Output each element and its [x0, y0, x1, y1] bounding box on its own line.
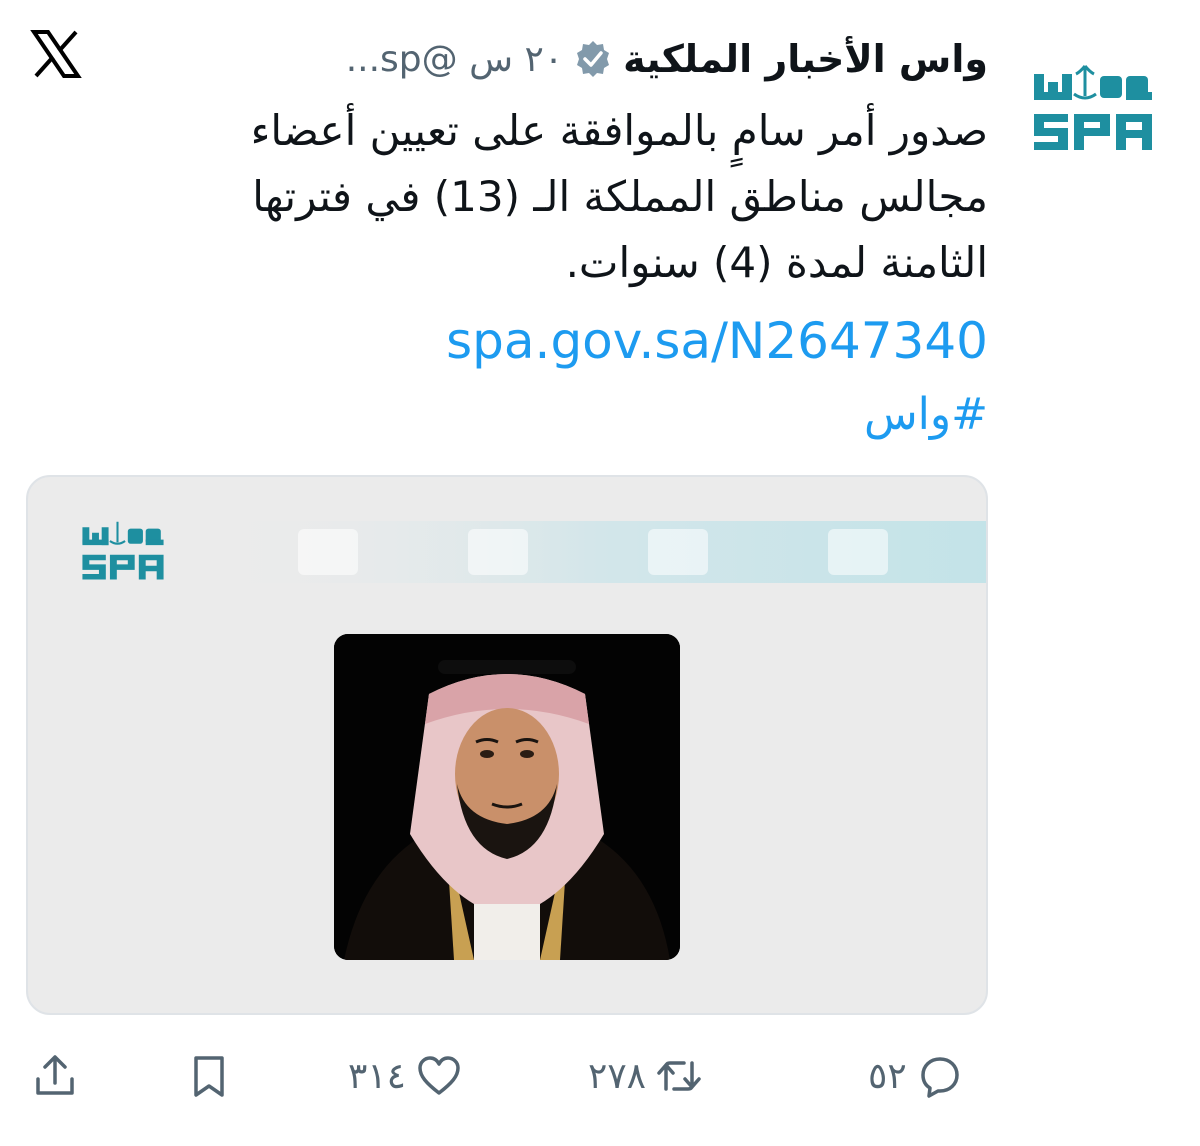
x-logo-icon[interactable]	[30, 28, 82, 80]
tweet-text-line: صدور أمر سامٍ بالموافقة على تعيين أعضاء	[250, 106, 988, 155]
media-card[interactable]	[26, 475, 988, 1015]
heart-icon	[418, 1056, 460, 1095]
display-name[interactable]: واس الأخبار الملكية	[623, 37, 988, 81]
handle-and-time[interactable]: ٢٠ س @sp...	[346, 39, 563, 80]
repost-count: ٢٧٨	[588, 1055, 647, 1097]
tweet-header: واس الأخبار الملكية ٢٠ س @sp...	[346, 28, 988, 90]
like-count: ٣١٤	[348, 1055, 407, 1097]
bookmark-button[interactable]	[186, 1048, 232, 1104]
tweet-body: صدور أمر سامٍ بالموافقة على تعيين أعضاء …	[108, 98, 988, 296]
reply-icon	[920, 1057, 959, 1098]
share-icon	[36, 1055, 74, 1095]
spa-logo-icon	[76, 519, 170, 585]
avatar[interactable]	[1030, 62, 1156, 158]
repost-button[interactable]: ٢٧٨	[588, 1048, 702, 1104]
repost-icon	[657, 1061, 701, 1091]
verified-badge-icon	[577, 41, 610, 77]
tweet-link[interactable]: spa.gov.sa/N2647340	[446, 308, 988, 374]
portrait-image	[334, 634, 680, 960]
like-button[interactable]: ٣١٤	[348, 1048, 462, 1104]
reply-count: ٥٢	[868, 1055, 907, 1097]
tweet-actions: ٥٢ ٢٧٨ ٣١٤	[0, 1040, 1200, 1110]
watermark-banner	[208, 521, 986, 583]
share-button[interactable]	[32, 1048, 78, 1104]
reply-button[interactable]: ٥٢	[868, 1048, 963, 1104]
bookmark-icon	[194, 1056, 224, 1097]
tweet-text-line: مجالس مناطق المملكة الـ (13) في فترتها	[252, 172, 988, 221]
tweet-hashtag[interactable]: #واس	[864, 382, 988, 448]
tweet-text-line: الثامنة لمدة (4) سنوات.	[565, 238, 988, 287]
